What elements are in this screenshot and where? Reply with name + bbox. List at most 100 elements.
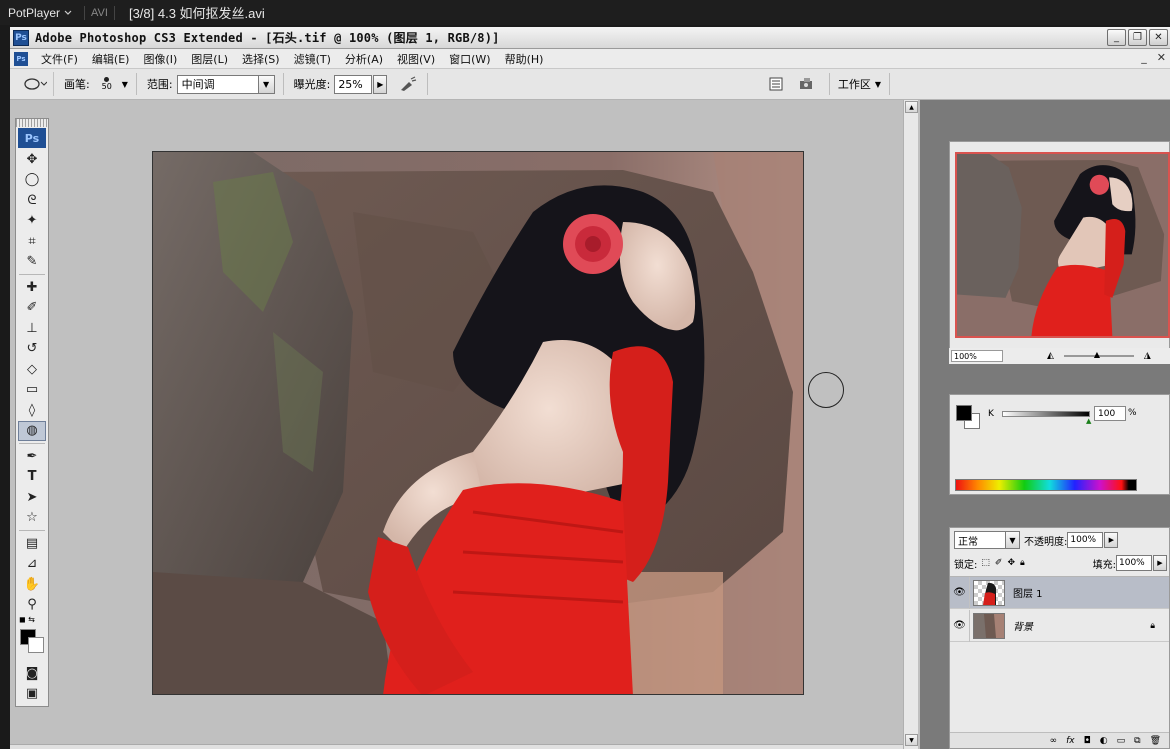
close-button[interactable]: ✕	[1149, 29, 1168, 46]
layer-mask-icon[interactable]: ◘	[1084, 736, 1091, 746]
chevron-down-icon	[64, 10, 72, 15]
visibility-eye-icon[interactable]: 👁︎	[950, 576, 970, 609]
opacity-slider-button[interactable]: ▶	[1104, 532, 1119, 548]
new-layer-icon[interactable]: ⧉	[1134, 736, 1140, 746]
menu-file[interactable]: 文件(F)	[34, 51, 85, 67]
menu-help[interactable]: 帮助(H)	[498, 51, 551, 67]
visibility-eye-icon[interactable]: 👁︎	[950, 609, 970, 642]
type-tool-icon[interactable]: T	[16, 467, 48, 488]
horizontal-scrollbar[interactable]	[10, 744, 903, 749]
menu-image[interactable]: 图像(I)	[136, 51, 184, 67]
lock-position-icon[interactable]: ✥	[1007, 558, 1015, 568]
pen-tool-icon[interactable]: ✒	[16, 446, 48, 467]
toolbox-logo[interactable]: Ps	[18, 128, 46, 148]
adjustment-layer-icon[interactable]: ◐	[1100, 736, 1108, 746]
file-browser-button[interactable]	[765, 73, 787, 95]
zoom-in-icon[interactable]: ◮	[1144, 351, 1151, 361]
hand-tool-icon[interactable]: ✋	[16, 574, 48, 595]
marquee-tool-icon[interactable]: ◯	[16, 170, 48, 191]
exposure-slider-button[interactable]: ▶	[373, 74, 388, 94]
menu-bar: Ps 文件(F) 编辑(E) 图像(I) 图层(L) 选择(S) 滤镜(T) 分…	[10, 49, 1170, 69]
lock-image-icon[interactable]: ✐	[995, 558, 1003, 568]
menu-layer[interactable]: 图层(L)	[184, 51, 235, 67]
delete-layer-icon[interactable]: 🗑︎	[1150, 736, 1161, 746]
slice-tool-icon[interactable]: ✎	[16, 252, 48, 273]
bridge-button[interactable]	[797, 73, 819, 95]
default-colors-icon[interactable]: ◼ ⇆	[19, 615, 35, 624]
zoom-out-icon[interactable]: ◭	[1047, 351, 1054, 361]
workspace-button[interactable]: 工作区 ▼	[828, 73, 890, 95]
blend-mode-select[interactable]: 正常 ▼	[954, 531, 1020, 549]
layer-style-icon[interactable]: fx	[1066, 736, 1075, 746]
exposure-input[interactable]: 25%	[334, 74, 373, 94]
healing-brush-tool-icon[interactable]: ✚	[16, 277, 48, 298]
airbrush-button[interactable]	[397, 73, 419, 95]
lasso-tool-icon[interactable]: ᘓ	[16, 190, 48, 211]
path-selection-tool-icon[interactable]: ➤	[16, 487, 48, 508]
menu-filter[interactable]: 滤镜(T)	[287, 51, 338, 67]
new-group-icon[interactable]: ▭	[1117, 736, 1126, 746]
navigator-thumbnail[interactable]	[955, 152, 1170, 338]
document-canvas[interactable]	[152, 151, 804, 695]
foreground-color-swatch[interactable]	[956, 405, 972, 421]
vertical-scrollbar[interactable]: ▲ ▼	[903, 100, 918, 749]
menu-select[interactable]: 选择(S)	[235, 51, 287, 67]
fill-slider-button[interactable]: ▶	[1153, 555, 1167, 571]
notes-tool-icon[interactable]: ▤	[16, 533, 48, 554]
opacity-input[interactable]: 100%	[1067, 532, 1104, 548]
options-right: 工作区 ▼	[765, 73, 890, 95]
menu-edit[interactable]: 编辑(E)	[85, 51, 137, 67]
history-brush-tool-icon[interactable]: ↺	[16, 339, 48, 360]
fill-input[interactable]: 100%	[1116, 555, 1152, 571]
zoom-slider[interactable]: ▲	[1063, 350, 1134, 359]
zoom-slider-thumb-icon[interactable]: ▲	[1094, 350, 1100, 359]
menu-view[interactable]: 视图(V)	[390, 51, 442, 67]
layer-row-background[interactable]: 👁︎ 背景 🔒︎	[950, 609, 1169, 642]
eraser-tool-icon[interactable]: ◇	[16, 359, 48, 380]
menu-analysis[interactable]: 分析(A)	[338, 51, 390, 67]
eyedropper-tool-icon[interactable]: ⊿	[16, 554, 48, 575]
burn-tool-icon[interactable]: ◍	[18, 420, 46, 441]
slider-thumb-icon[interactable]: ▲	[1086, 417, 1091, 425]
exposure-label: 曝光度:	[293, 78, 331, 91]
minimize-button[interactable]: _	[1107, 29, 1126, 46]
scroll-down-icon[interactable]: ▼	[905, 734, 918, 746]
lock-transparency-icon[interactable]: ⬚	[981, 558, 990, 568]
quick-mask-icon[interactable]: ◙	[16, 663, 48, 684]
potplayer-menu-button[interactable]: PotPlayer	[0, 0, 78, 25]
zoom-tool-icon[interactable]: ⚲	[16, 595, 48, 616]
color-ramp[interactable]	[955, 479, 1137, 491]
range-select[interactable]: 中间调 ▼	[176, 74, 275, 94]
shape-tool-icon[interactable]: ☆	[16, 508, 48, 529]
navigator-zoom-input[interactable]: 100%	[951, 350, 1003, 362]
menu-window[interactable]: 窗口(W)	[442, 51, 497, 67]
blur-tool-icon[interactable]: ◊	[16, 400, 48, 421]
window-controls: _ ❐ ✕	[1107, 29, 1168, 46]
gradient-tool-icon[interactable]: ▭	[16, 380, 48, 401]
move-tool-icon[interactable]: ✥	[16, 149, 48, 170]
tool-preset-picker[interactable]	[16, 72, 54, 96]
toolbox-grip[interactable]	[16, 119, 48, 127]
photoshop-app-icon[interactable]: Ps	[13, 29, 29, 46]
k-slider[interactable]	[1002, 411, 1090, 417]
k-value-input[interactable]: 100	[1094, 406, 1126, 421]
crop-tool-icon[interactable]: ⌗	[16, 231, 48, 252]
document-icon[interactable]: Ps	[14, 51, 28, 66]
brush-dropdown-icon[interactable]: ▼	[122, 80, 128, 89]
magic-wand-tool-icon[interactable]: ✦	[16, 211, 48, 232]
background-color-swatch[interactable]	[28, 637, 44, 653]
scroll-up-icon[interactable]: ▲	[905, 101, 918, 113]
layer-row-layer1[interactable]: 👁︎ 图层 1	[950, 576, 1169, 609]
document-minimize-button[interactable]: _	[1141, 51, 1147, 64]
restore-button[interactable]: ❐	[1128, 29, 1147, 46]
brush-picker[interactable]: 50	[94, 72, 120, 96]
screen-mode-icon[interactable]: ▣	[16, 684, 48, 705]
link-layers-icon[interactable]: ∞	[1050, 736, 1058, 746]
lock-all-icon[interactable]: 🔒︎	[1020, 558, 1025, 568]
exposure-value: 25%	[338, 77, 363, 91]
document-close-button[interactable]: ✕	[1157, 51, 1166, 64]
clone-stamp-tool-icon[interactable]: ⊥	[16, 318, 48, 339]
file-format: AVI	[91, 6, 108, 19]
brush-tool-icon[interactable]: ✐	[16, 298, 48, 319]
divider	[427, 73, 429, 95]
